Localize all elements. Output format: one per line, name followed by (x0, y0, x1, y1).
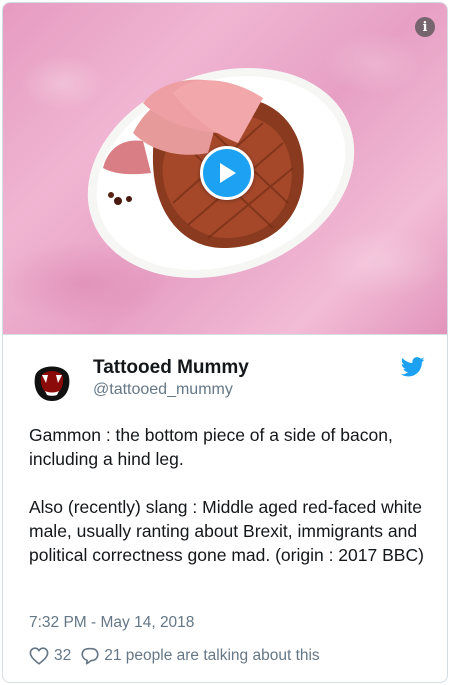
video-thumbnail[interactable]: i (3, 3, 447, 334)
tweet-text: Gammon : the bottom piece of a side of b… (29, 423, 429, 567)
tweet-embed-card[interactable]: i Tattooed Mummy @tattooed_mummy Gammon … (2, 2, 448, 683)
info-icon[interactable]: i (415, 17, 435, 37)
play-icon (220, 163, 236, 183)
like-count: 32 (54, 647, 72, 664)
author-display-name[interactable]: Tattooed Mummy (93, 357, 249, 379)
author-handle[interactable]: @tattooed_mummy (93, 381, 233, 399)
twitter-bird-icon[interactable] (401, 357, 425, 377)
like-button[interactable]: 32 (29, 647, 81, 665)
conversation-link[interactable]: 21 people are talking about this (81, 647, 320, 665)
avatar[interactable] (27, 355, 77, 405)
heart-icon (29, 647, 49, 665)
speech-bubble-icon (81, 647, 99, 665)
vampire-mouth-avatar (27, 355, 77, 405)
tweet-paragraph: Gammon : the bottom piece of a side of b… (29, 425, 393, 469)
talking-count-text: 21 people are talking about this (104, 647, 320, 664)
play-button[interactable] (200, 146, 254, 200)
tweet-timestamp[interactable]: 7:32 PM - May 14, 2018 (29, 614, 194, 632)
tweet-paragraph: Also (recently) slang : Middle aged red-… (29, 497, 424, 565)
tweet-actions: 32 21 people are talking about this (29, 647, 320, 665)
tweet-body: Tattooed Mummy @tattooed_mummy Gammon : … (3, 334, 447, 665)
